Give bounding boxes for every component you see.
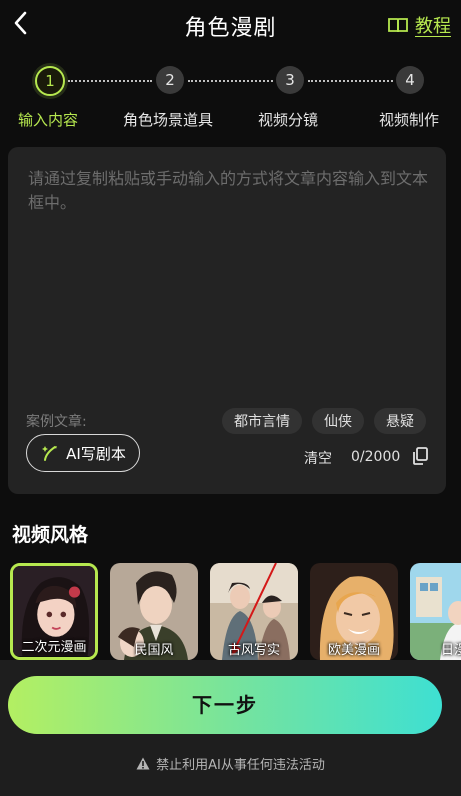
copy-icon[interactable] (412, 447, 428, 465)
step-connector (308, 80, 393, 82)
book-icon (388, 18, 408, 33)
step-1-label: 输入内容 (18, 111, 79, 129)
style-label-ancient-realistic: 古风写实 (227, 643, 280, 658)
example-tag-urban-romance[interactable]: 都市言情 (222, 408, 302, 434)
style-card-republican-era[interactable]: 民国风 (110, 563, 198, 660)
step-4-label: 视频制作 (379, 111, 440, 129)
tutorial-link[interactable]: 教程 (387, 12, 451, 38)
style-label-republican-era: 民国风 (134, 643, 174, 658)
style-label-western-comic: 欧美漫画 (327, 643, 380, 658)
video-style-title: 视频风格 (12, 524, 89, 546)
warning-icon (136, 757, 150, 770)
tutorial-label: 教程 (415, 16, 451, 37)
example-tag-suspense[interactable]: 悬疑 (374, 408, 426, 434)
style-card-western-comic[interactable]: 欧美漫画 (310, 563, 398, 660)
step-3-circle[interactable]: 3 (276, 66, 304, 94)
top-bar: 角色漫剧 教程 (0, 0, 461, 50)
clear-button[interactable]: 清空 (304, 448, 332, 468)
style-label-japanese-manga: 日漫 (440, 643, 461, 658)
legal-notice: 禁止利用AI从事任何违法活动 (0, 754, 461, 773)
video-style-list: 二次元漫画 民国风 古风写实 欧美漫画 日漫 (10, 563, 461, 663)
article-text-area[interactable]: 请通过复制粘贴或手动输入的方式将文章内容输入到文本框中。 (28, 167, 433, 215)
style-card-ancient-realistic[interactable]: 古风写实 (210, 563, 298, 660)
step-1-circle[interactable]: 1 (35, 66, 65, 96)
step-2-label: 角色场景道具 (123, 111, 214, 129)
char-count: 0/2000 (351, 449, 401, 465)
step-3-label: 视频分镜 (258, 111, 319, 129)
ai-write-script-label: AI写剧本 (66, 444, 126, 463)
ai-write-script-button[interactable]: AI写剧本 (26, 434, 140, 472)
next-step-button[interactable]: 下一步 (8, 676, 442, 734)
examples-label: 案例文章: (26, 414, 87, 430)
article-input-panel[interactable]: 请通过复制粘贴或手动输入的方式将文章内容输入到文本框中。 案例文章: 都市言情 … (8, 147, 446, 494)
bottom-bar: 下一步 禁止利用AI从事任何违法活动 (0, 660, 461, 796)
step-connector (68, 80, 152, 82)
example-tags: 都市言情 仙侠 悬疑 (222, 408, 426, 434)
style-card-japanese-manga[interactable]: 日漫 (410, 563, 461, 660)
sparkle-pen-icon (42, 446, 58, 461)
step-2-circle[interactable]: 2 (156, 66, 184, 94)
example-tag-xianxia[interactable]: 仙侠 (312, 408, 364, 434)
step-connector (188, 80, 273, 82)
progress-stepper: 1 2 3 4 输入内容 角色场景道具 视频分镜 视频制作 (0, 60, 461, 130)
legal-notice-text: 禁止利用AI从事任何违法活动 (156, 758, 325, 773)
step-4-circle[interactable]: 4 (396, 66, 424, 94)
style-label-anime: 二次元漫画 (21, 640, 87, 655)
style-card-anime[interactable]: 二次元漫画 (10, 563, 98, 660)
